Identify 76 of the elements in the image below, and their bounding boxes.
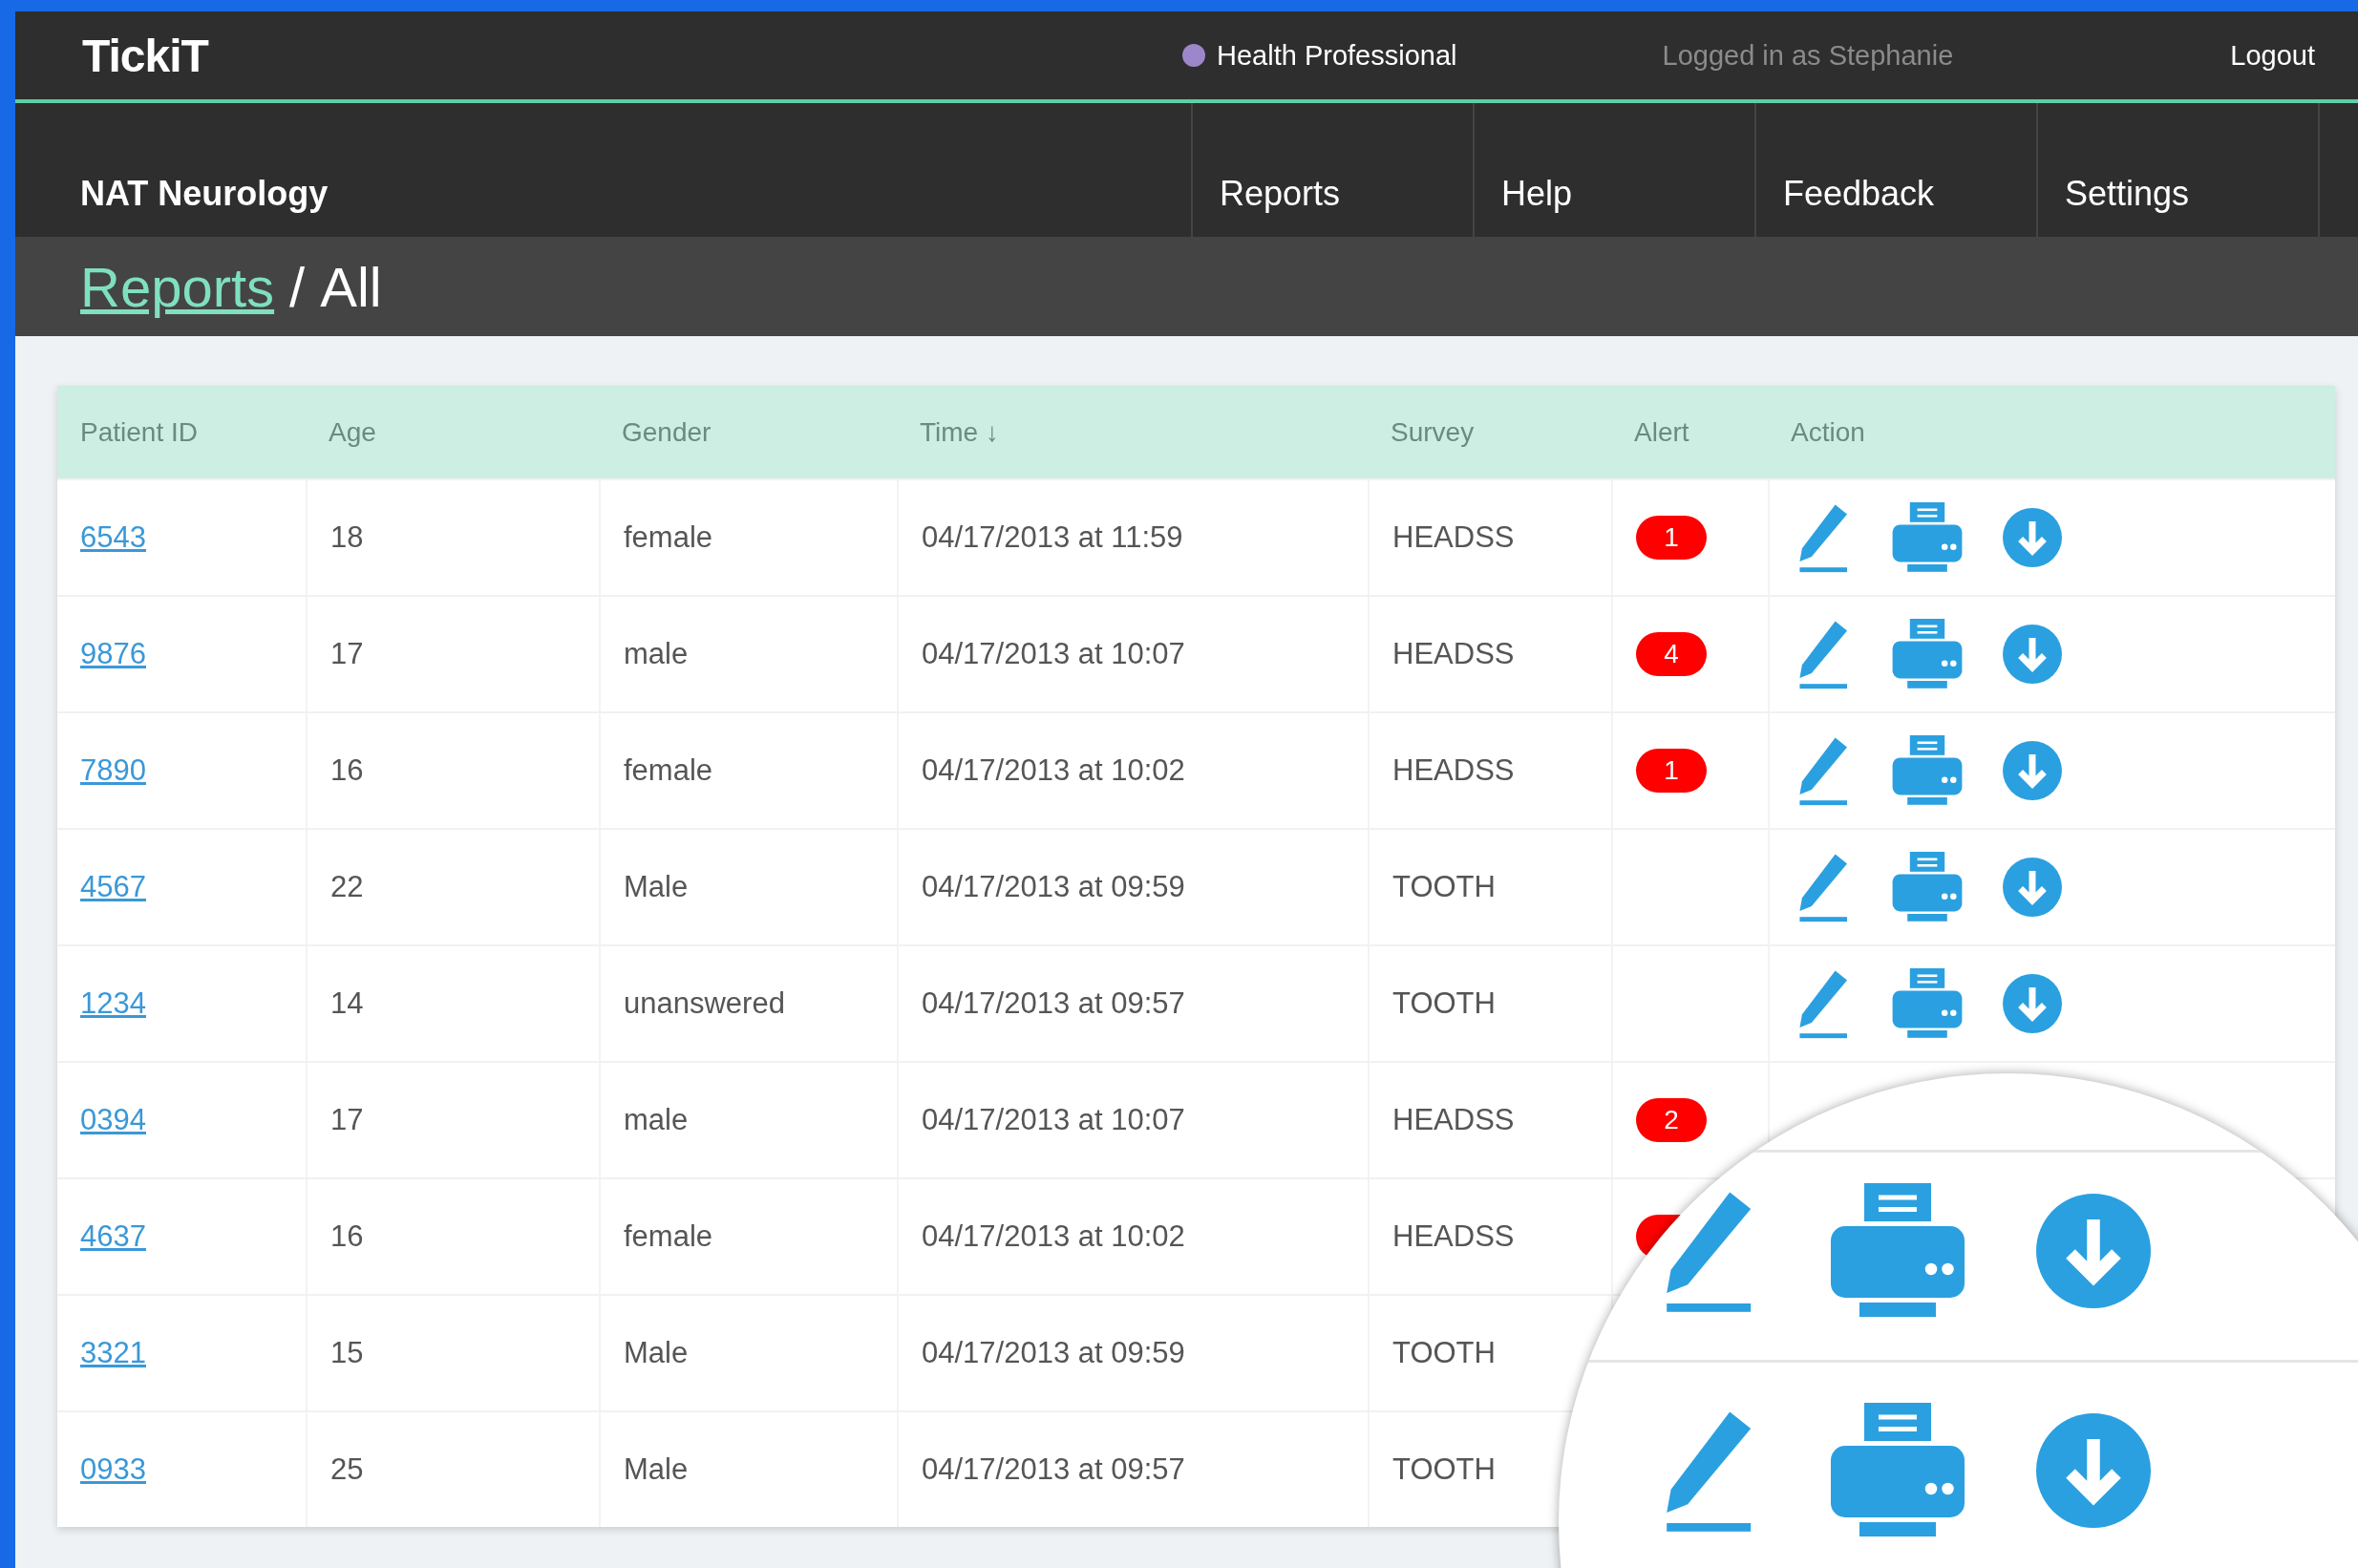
alert-count: 1 xyxy=(1636,516,1707,560)
breadcrumb-separator: / xyxy=(289,254,306,319)
column-header: Time ↓ xyxy=(919,416,1000,448)
patient-id-link[interactable]: 9876 xyxy=(80,637,146,671)
time-cell: 04/17/2013 at 10:02 xyxy=(922,753,1185,788)
patient-id-link[interactable]: 4567 xyxy=(80,870,146,904)
gender-cell: male xyxy=(624,1103,689,1137)
column-header: Patient ID xyxy=(79,416,199,448)
gender-cell: male xyxy=(624,637,689,671)
download-icon[interactable] xyxy=(2003,625,2062,684)
time-cell: 04/17/2013 at 09:59 xyxy=(922,1336,1185,1370)
breadcrumb-current: All xyxy=(320,254,382,319)
time-cell: 04/17/2013 at 09:57 xyxy=(922,986,1185,1021)
time-cell: 04/17/2013 at 10:07 xyxy=(922,1103,1185,1137)
column-header: Alert xyxy=(1633,416,1690,448)
survey-cell: TOOTH xyxy=(1392,1336,1496,1370)
printer-icon[interactable] xyxy=(1890,618,1965,690)
survey-cell: HEADSS xyxy=(1392,1103,1515,1137)
patient-id-link[interactable]: 7890 xyxy=(80,753,146,788)
gender-cell: female xyxy=(624,520,713,555)
survey-cell: HEADSS xyxy=(1392,520,1515,555)
gender-cell: female xyxy=(624,753,713,788)
download-icon[interactable] xyxy=(2003,858,2062,917)
patient-id-link[interactable]: 4637 xyxy=(80,1219,146,1254)
survey-cell: TOOTH xyxy=(1392,870,1496,904)
alert-count: 2 xyxy=(1636,1098,1707,1142)
time-cell: 04/17/2013 at 09:57 xyxy=(922,1452,1185,1487)
age-cell: 17 xyxy=(330,1103,364,1137)
download-icon[interactable] xyxy=(2036,1194,2151,1309)
logout-link[interactable]: Logout xyxy=(2230,39,2315,72)
column-header: Action xyxy=(1790,416,1866,448)
age-cell: 25 xyxy=(330,1452,364,1487)
download-icon[interactable] xyxy=(2003,508,2062,567)
time-cell: 04/17/2013 at 11:59 xyxy=(922,520,1183,555)
gender-cell: Male xyxy=(624,870,689,904)
survey-cell: HEADSS xyxy=(1392,637,1515,671)
time-cell: 04/17/2013 at 10:07 xyxy=(922,637,1185,671)
column-header: Gender xyxy=(621,416,712,448)
gender-cell: female xyxy=(624,1219,713,1254)
patient-id-link[interactable]: 3321 xyxy=(80,1336,146,1370)
column-header: Age xyxy=(328,416,377,448)
department-title: NAT Neurology xyxy=(79,174,329,215)
age-cell: 17 xyxy=(330,637,364,671)
gender-cell: Male xyxy=(624,1452,689,1487)
alert-count: 4 xyxy=(1636,632,1707,676)
column-header: Survey xyxy=(1390,416,1476,448)
printer-icon[interactable] xyxy=(1890,967,1965,1040)
survey-cell: TOOTH xyxy=(1392,986,1496,1021)
survey-cell: TOOTH xyxy=(1392,1452,1496,1487)
age-cell: 15 xyxy=(330,1336,364,1370)
patient-id-link[interactable]: 6543 xyxy=(80,520,146,555)
breadcrumb-link[interactable]: Reports xyxy=(80,254,275,319)
user-label: Logged in as Stephanie xyxy=(1662,39,1954,72)
download-icon[interactable] xyxy=(2036,1413,2151,1529)
gender-cell: unanswered xyxy=(624,986,785,1021)
alert-count: 1 xyxy=(1636,749,1707,793)
printer-icon[interactable] xyxy=(1890,501,1965,574)
age-cell: 14 xyxy=(330,986,364,1021)
role-label: Health Professional xyxy=(1217,39,1457,72)
download-icon[interactable] xyxy=(2003,741,2062,800)
patient-id-link[interactable]: 0394 xyxy=(80,1103,146,1137)
printer-icon[interactable] xyxy=(1890,734,1965,807)
age-cell: 16 xyxy=(330,1219,364,1254)
patient-id-link[interactable]: 0933 xyxy=(80,1452,146,1487)
age-cell: 16 xyxy=(330,753,364,788)
survey-cell: HEADSS xyxy=(1392,753,1515,788)
download-icon[interactable] xyxy=(2003,974,2062,1033)
gender-cell: Male xyxy=(624,1336,689,1370)
patient-id-link[interactable]: 1234 xyxy=(80,986,146,1021)
time-cell: 04/17/2013 at 10:02 xyxy=(922,1219,1185,1254)
app-logo: TickiT xyxy=(82,29,208,82)
age-cell: 18 xyxy=(330,520,364,555)
age-cell: 22 xyxy=(330,870,364,904)
time-cell: 04/17/2013 at 09:59 xyxy=(922,870,1185,904)
survey-cell: HEADSS xyxy=(1392,1219,1515,1254)
printer-icon[interactable] xyxy=(1890,851,1965,923)
